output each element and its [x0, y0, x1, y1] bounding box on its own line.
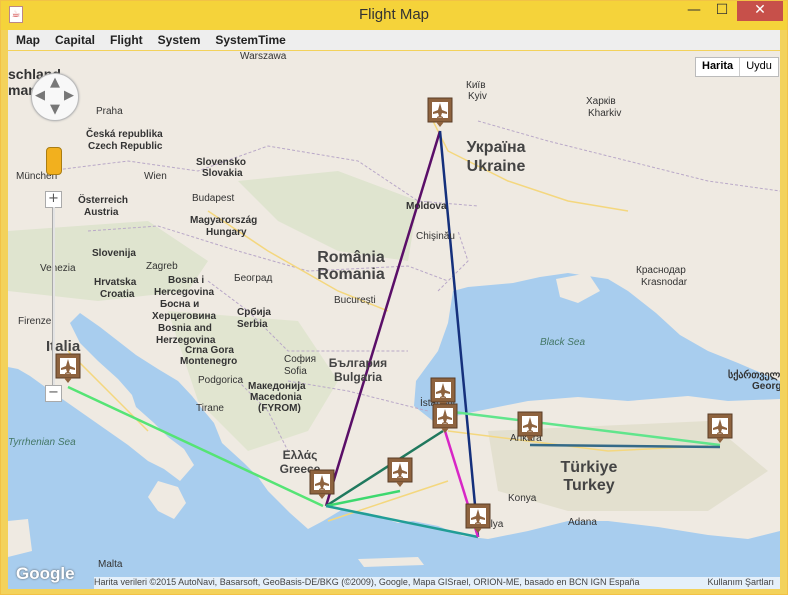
- label-czech-local: Česká republika: [86, 127, 163, 140]
- label-hungary-local: Magyarország: [190, 215, 257, 226]
- land-italy-south: [148, 481, 186, 519]
- maximize-button[interactable]: ☐: [709, 1, 735, 21]
- label-montenegro-local: Crna Gora: [185, 345, 234, 356]
- map-type-satellite-button[interactable]: Uydu: [740, 58, 778, 76]
- city-krasnodar: Krasnodar: [641, 277, 688, 288]
- menu-bar: Map Capital Flight System SystemTime: [8, 30, 780, 50]
- map-type-map-button[interactable]: Harita: [696, 58, 741, 76]
- country-romania: Romania: [317, 266, 385, 283]
- pan-control[interactable]: ▲ ▼ ◀ ▶: [31, 73, 79, 121]
- zoom-in-button[interactable]: +: [45, 191, 62, 208]
- label-montenegro: Montenegro: [180, 356, 237, 367]
- city-warszawa: Warszawa: [240, 51, 287, 62]
- label-slovakia-local: Slovensko: [196, 157, 246, 168]
- pan-left-icon[interactable]: ◀: [35, 88, 45, 103]
- label-czech: Czech Republic: [88, 141, 163, 152]
- label-serbia: Serbia: [237, 319, 268, 330]
- country-bulgaria-local: България: [329, 356, 387, 370]
- zoom-slider[interactable]: [52, 207, 55, 385]
- label-fyrom: (FYROM): [258, 403, 301, 414]
- city-zagreb: Zagreb: [146, 261, 178, 272]
- label-bosnia-1: Bosna i: [168, 275, 204, 286]
- label-macedonia: Macedonia: [250, 392, 302, 403]
- label-croatia: Croatia: [100, 289, 135, 300]
- label-moldova: Moldova: [406, 201, 447, 212]
- country-greece-local: Ελλάς: [283, 448, 318, 462]
- country-bulgaria: Bulgaria: [334, 370, 382, 384]
- city-budapest: Budapest: [192, 193, 234, 204]
- land-corsica: [8, 519, 32, 557]
- label-bosnia-5: Bosnia and: [158, 323, 212, 334]
- city-beograd: Београд: [234, 273, 272, 284]
- map-type-control: Harita Uydu: [695, 57, 779, 77]
- land-crete: [358, 557, 424, 567]
- label-georgia-local: სქართველო: [728, 369, 780, 381]
- menu-system-time[interactable]: SystemTime: [207, 30, 292, 47]
- country-romania-local: România: [317, 249, 385, 266]
- label-croatia-local: Hrvatska: [94, 277, 137, 288]
- pan-down-icon[interactable]: ▼: [50, 102, 60, 117]
- zoom-out-button[interactable]: −: [45, 385, 62, 402]
- city-sofia-local: София: [284, 353, 316, 365]
- city-krasnodar-local: Краснодар: [636, 265, 686, 276]
- city-bucuresti: București: [334, 295, 376, 306]
- close-button[interactable]: ✕: [737, 1, 783, 21]
- menu-flight[interactable]: Flight: [102, 30, 150, 47]
- city-venezia: Venezia: [40, 263, 76, 274]
- label-bosnia-3: Босна и: [160, 299, 199, 310]
- city-firenze: Firenze: [18, 316, 52, 327]
- city-kyiv: Kyiv: [468, 91, 487, 102]
- map-attribution: Harita verileri ©2015 AutoNavi, Basarsof…: [94, 577, 780, 589]
- label-bosnia-2: Hercegovina: [154, 287, 214, 298]
- label-austria: Austria: [84, 207, 119, 218]
- label-georgia: Georgia: [752, 381, 780, 392]
- menu-map[interactable]: Map: [8, 30, 47, 47]
- city-kharkiv-local: Харків: [586, 96, 616, 107]
- pan-up-icon[interactable]: ▲: [50, 75, 60, 90]
- country-turkey: Turkey: [563, 477, 614, 494]
- map-canvas: Україна Ukraine România Romania България…: [8, 51, 780, 570]
- country-turkey-local: Türkiye: [561, 459, 618, 476]
- city-konya: Konya: [508, 493, 537, 504]
- city-tirane: Tirane: [196, 403, 224, 414]
- google-logo: Google: [16, 564, 75, 583]
- label-slovenia: Slovenija: [92, 248, 136, 259]
- minimize-button[interactable]: —: [681, 1, 707, 21]
- map-view[interactable]: Україна Ukraine România Romania България…: [8, 51, 780, 589]
- city-sofia: Sofia: [284, 366, 307, 377]
- city-malta: Malta: [98, 559, 123, 570]
- label-bosnia-4: Херцеговина: [152, 311, 217, 322]
- country-ukraine-local: Україна: [466, 139, 525, 156]
- label-austria-local: Österreich: [78, 193, 128, 206]
- city-kharkiv: Kharkiv: [588, 108, 621, 119]
- city-praha: Praha: [96, 106, 123, 117]
- city-wien: Wien: [144, 171, 167, 182]
- street-view-pegman-icon[interactable]: [46, 147, 62, 175]
- menu-system[interactable]: System: [150, 30, 208, 47]
- land-crimea: [556, 273, 600, 303]
- attribution-text: Harita verileri ©2015 AutoNavi, Basarsof…: [94, 577, 640, 587]
- city-podgorica: Podgorica: [198, 375, 243, 386]
- label-hungary: Hungary: [206, 227, 247, 238]
- city-kyiv-local: Київ: [466, 80, 486, 91]
- label-slovakia: Slovakia: [202, 168, 243, 179]
- city-adana: Adana: [568, 517, 597, 528]
- title-bar: ☕ Flight Map — ☐ ✕: [1, 1, 787, 30]
- terms-link[interactable]: Kullanım Şartları: [707, 577, 774, 587]
- pan-right-icon[interactable]: ▶: [64, 88, 74, 103]
- flight-map-window: ☕ Flight Map — ☐ ✕ Map Capital Flight Syste…: [0, 0, 788, 595]
- menu-capital[interactable]: Capital: [47, 30, 102, 47]
- label-macedonia-local: Македонија: [248, 381, 306, 392]
- city-chisinau: Chişinău: [416, 231, 455, 242]
- window-title: Flight Map: [358, 6, 430, 23]
- label-tyrrhenian-sea: Tyrrhenian Sea: [8, 437, 76, 448]
- label-serbia-local: Србија: [237, 306, 271, 318]
- country-ukraine: Ukraine: [467, 158, 526, 175]
- label-black-sea: Black Sea: [540, 337, 585, 348]
